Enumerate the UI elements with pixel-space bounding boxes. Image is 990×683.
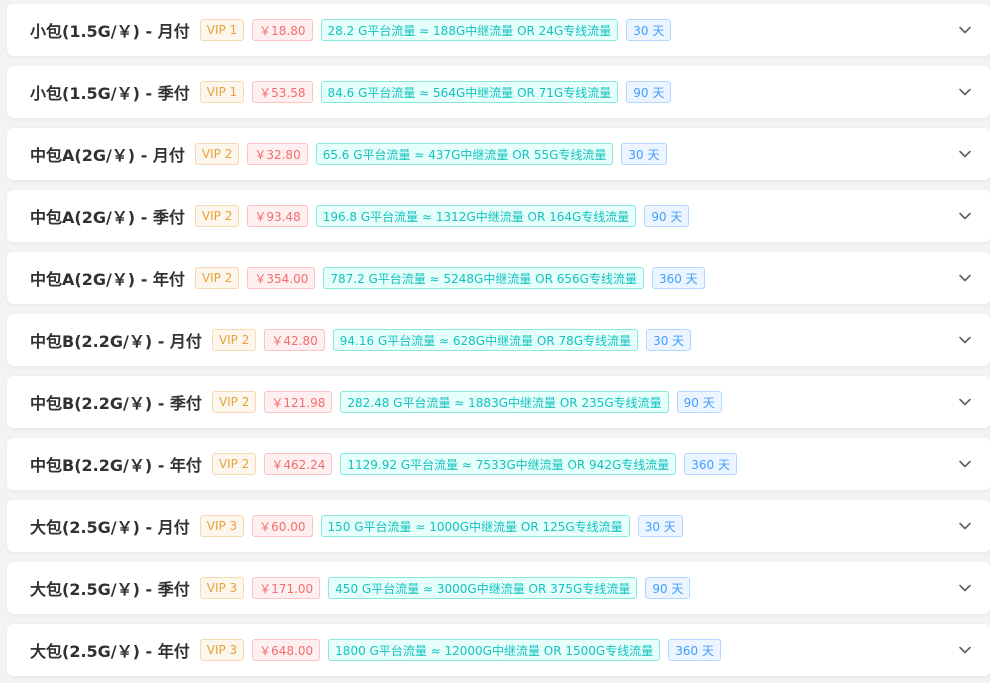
plan-row-3[interactable]: 中包A(2G/￥) - 月付 VIP 2 ￥32.80 65.6 G平台流量 ≈… <box>7 128 990 180</box>
chevron-down-icon[interactable] <box>958 23 972 37</box>
duration-badge: 360 天 <box>668 639 721 661</box>
chevron-down-icon[interactable] <box>958 643 972 657</box>
duration-badge: 90 天 <box>626 81 672 103</box>
price-badge: ￥93.48 <box>247 205 308 227</box>
plan-title: 小包(1.5G/￥) - 月付 <box>30 22 190 41</box>
plan-title: 中包A(2G/￥) - 季付 <box>30 208 185 227</box>
vip-badge: VIP 1 <box>199 19 245 41</box>
chevron-down-icon[interactable] <box>958 457 972 471</box>
plan-title: 中包B(2.2G/￥) - 年付 <box>30 456 202 475</box>
chevron-down-icon[interactable] <box>958 147 972 161</box>
plan-title: 中包B(2.2G/￥) - 季付 <box>30 394 202 413</box>
vip-badge: VIP 2 <box>194 205 240 227</box>
vip-badge: VIP 3 <box>199 639 245 661</box>
traffic-badge: 196.8 G平台流量 ≈ 1312G中继流量 OR 164G专线流量 <box>315 205 637 227</box>
price-badge: ￥32.80 <box>247 143 308 165</box>
traffic-badge: 28.2 G平台流量 ≈ 188G中继流量 OR 24G专线流量 <box>320 19 619 41</box>
plan-row-10[interactable]: 大包(2.5G/￥) - 季付 VIP 3 ￥171.00 450 G平台流量 … <box>7 562 990 614</box>
chevron-down-icon[interactable] <box>958 581 972 595</box>
vip-badge: VIP 2 <box>194 267 240 289</box>
plan-title: 大包(2.5G/￥) - 月付 <box>30 518 190 537</box>
vip-badge: VIP 3 <box>199 515 245 537</box>
duration-badge: 30 天 <box>637 515 683 537</box>
traffic-badge: 787.2 G平台流量 ≈ 5248G中继流量 OR 656G专线流量 <box>323 267 644 289</box>
price-badge: ￥648.00 <box>252 639 321 661</box>
traffic-badge: 150 G平台流量 ≈ 1000G中继流量 OR 125G专线流量 <box>320 515 630 537</box>
traffic-badge: 84.6 G平台流量 ≈ 564G中继流量 OR 71G专线流量 <box>320 81 619 103</box>
plan-title: 中包A(2G/￥) - 年付 <box>30 270 185 289</box>
vip-badge: VIP 2 <box>211 329 257 351</box>
price-badge: ￥42.80 <box>264 329 325 351</box>
duration-badge: 90 天 <box>645 577 691 599</box>
traffic-badge: 1129.92 G平台流量 ≈ 7533G中继流量 OR 942G专线流量 <box>340 453 677 475</box>
vip-badge: VIP 3 <box>199 577 245 599</box>
chevron-down-icon[interactable] <box>958 333 972 347</box>
price-badge: ￥60.00 <box>252 515 313 537</box>
plan-row-7[interactable]: 中包B(2.2G/￥) - 季付 VIP 2 ￥121.98 282.48 G平… <box>7 376 990 428</box>
duration-badge: 30 天 <box>621 143 667 165</box>
price-badge: ￥121.98 <box>264 391 333 413</box>
traffic-badge: 1800 G平台流量 ≈ 12000G中继流量 OR 1500G专线流量 <box>328 639 661 661</box>
price-badge: ￥354.00 <box>247 267 316 289</box>
vip-badge: VIP 1 <box>199 81 245 103</box>
price-badge: ￥462.24 <box>264 453 333 475</box>
traffic-badge: 65.6 G平台流量 ≈ 437G中继流量 OR 55G专线流量 <box>315 143 614 165</box>
chevron-down-icon[interactable] <box>958 85 972 99</box>
price-badge: ￥53.58 <box>252 81 313 103</box>
duration-badge: 360 天 <box>651 267 705 289</box>
vip-badge: VIP 2 <box>211 391 257 413</box>
duration-badge: 30 天 <box>646 329 692 351</box>
price-badge: ￥171.00 <box>252 577 321 599</box>
plan-title: 大包(2.5G/￥) - 年付 <box>30 642 190 661</box>
plan-title: 中包B(2.2G/￥) - 月付 <box>30 332 202 351</box>
plan-title: 中包A(2G/￥) - 月付 <box>30 146 185 165</box>
chevron-down-icon[interactable] <box>958 519 972 533</box>
plan-row-1[interactable]: 小包(1.5G/￥) - 月付 VIP 1 ￥18.80 28.2 G平台流量 … <box>7 4 990 56</box>
duration-badge: 360 天 <box>684 453 737 475</box>
vip-badge: VIP 2 <box>194 143 240 165</box>
traffic-badge: 94.16 G平台流量 ≈ 628G中继流量 OR 78G专线流量 <box>332 329 639 351</box>
plan-list: 小包(1.5G/￥) - 月付 VIP 1 ￥18.80 28.2 G平台流量 … <box>0 0 990 683</box>
plan-row-4[interactable]: 中包A(2G/￥) - 季付 VIP 2 ￥93.48 196.8 G平台流量 … <box>7 190 990 242</box>
vip-badge: VIP 2 <box>211 453 257 475</box>
plan-row-9[interactable]: 大包(2.5G/￥) - 月付 VIP 3 ￥60.00 150 G平台流量 ≈… <box>7 500 990 552</box>
plan-row-8[interactable]: 中包B(2.2G/￥) - 年付 VIP 2 ￥462.24 1129.92 G… <box>7 438 990 490</box>
duration-badge: 30 天 <box>626 19 672 41</box>
duration-badge: 90 天 <box>644 205 690 227</box>
chevron-down-icon[interactable] <box>958 395 972 409</box>
duration-badge: 90 天 <box>676 391 722 413</box>
traffic-badge: 450 G平台流量 ≈ 3000G中继流量 OR 375G专线流量 <box>328 577 638 599</box>
plan-title: 大包(2.5G/￥) - 季付 <box>30 580 190 599</box>
traffic-badge: 282.48 G平台流量 ≈ 1883G中继流量 OR 235G专线流量 <box>340 391 669 413</box>
plan-title: 小包(1.5G/￥) - 季付 <box>30 84 190 103</box>
plan-row-5[interactable]: 中包A(2G/￥) - 年付 VIP 2 ￥354.00 787.2 G平台流量… <box>7 252 990 304</box>
plan-row-6[interactable]: 中包B(2.2G/￥) - 月付 VIP 2 ￥42.80 94.16 G平台流… <box>7 314 990 366</box>
chevron-down-icon[interactable] <box>958 209 972 223</box>
plan-row-2[interactable]: 小包(1.5G/￥) - 季付 VIP 1 ￥53.58 84.6 G平台流量 … <box>7 66 990 118</box>
price-badge: ￥18.80 <box>252 19 313 41</box>
plan-row-11[interactable]: 大包(2.5G/￥) - 年付 VIP 3 ￥648.00 1800 G平台流量… <box>7 624 990 676</box>
chevron-down-icon[interactable] <box>958 271 972 285</box>
